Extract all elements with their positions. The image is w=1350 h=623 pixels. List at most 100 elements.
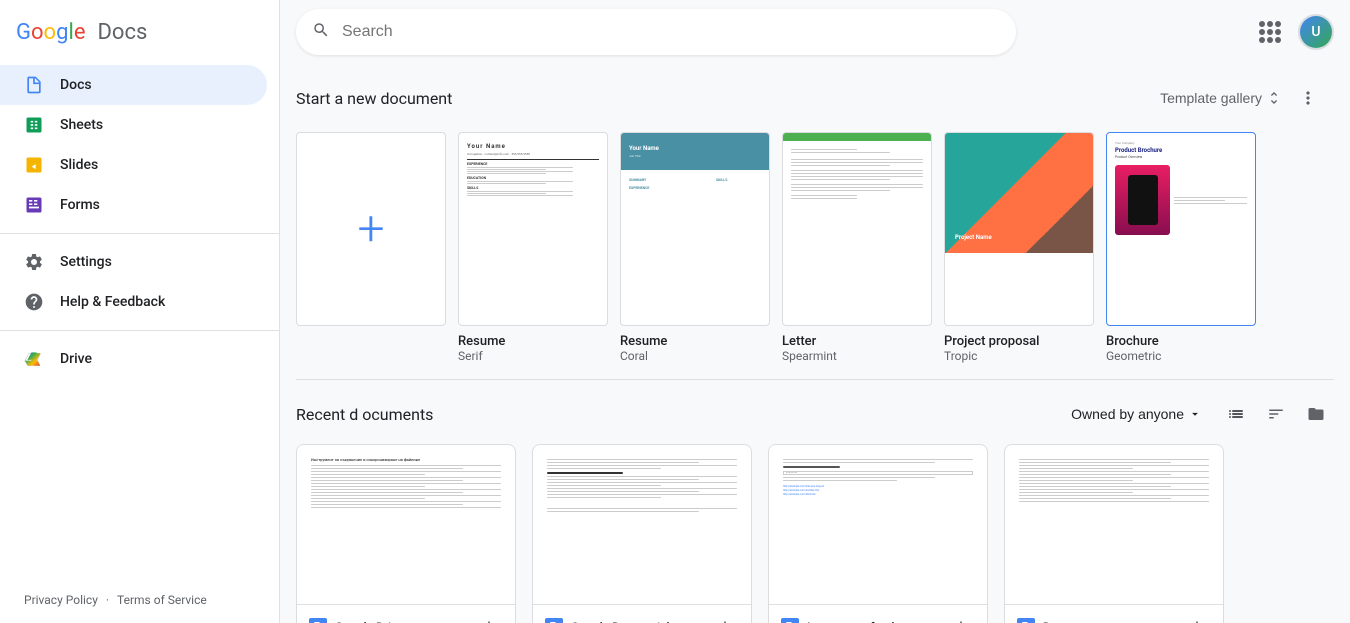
privacy-link[interactable]: Privacy Policy	[24, 593, 98, 607]
sidebar-item-help[interactable]: Help & Feedback	[0, 282, 267, 322]
resume-coral-thumb: Your Name Job Title SUMMARY EXPERIENCE	[620, 132, 770, 326]
logo-o2: o	[44, 20, 57, 45]
app-logo: Google Docs	[0, 8, 279, 65]
terms-link[interactable]: Terms of Service	[117, 593, 207, 607]
sort-button[interactable]	[1258, 396, 1294, 432]
sheets-icon	[24, 115, 44, 135]
doc-footer-3: Investment fund ⋮	[769, 605, 987, 623]
forms-icon	[24, 195, 44, 215]
sidebar-item-docs[interactable]: Docs	[0, 65, 267, 105]
brochure-thumb: Your Company Product Brochure Product Ov…	[1106, 132, 1256, 326]
doc-footer-4: Document ⋮	[1005, 605, 1223, 623]
sidebar-item-forms-label: Forms	[60, 197, 100, 213]
doc-file-icon-3	[781, 618, 799, 623]
docs-icon	[24, 75, 44, 95]
apps-grid-icon	[1259, 21, 1281, 43]
folder-icon	[1307, 405, 1325, 423]
templates-actions: Template gallery	[1160, 80, 1326, 116]
doc-card-1[interactable]: Инструмент за съхранение и синхронизиран…	[296, 444, 516, 623]
letter-thumb	[782, 132, 932, 326]
sidebar-item-sheets[interactable]: Sheets	[0, 105, 267, 145]
avatar-initials: U	[1300, 16, 1332, 48]
templates-title-text: new document	[347, 89, 452, 108]
resume-coral-sub: Coral	[620, 349, 770, 363]
list-view-button[interactable]	[1218, 396, 1254, 432]
doc-more-4[interactable]: ⋮	[1183, 613, 1211, 623]
doc-more-1[interactable]: ⋮	[475, 613, 503, 623]
resume-serif-thumb: Your Name Occupation · contact@info.com …	[458, 132, 608, 326]
sidebar-item-slides[interactable]: Slides	[0, 145, 267, 185]
doc-footer-1: Google Drive ⋮	[297, 605, 515, 623]
templates-more-button[interactable]	[1290, 80, 1326, 116]
filter-label: Owned by anyone	[1071, 406, 1184, 422]
sidebar-item-drive[interactable]: Drive	[0, 339, 267, 379]
search-input[interactable]	[342, 23, 1000, 41]
chevron-up-down-icon	[1266, 90, 1282, 106]
template-gallery-label: Template gallery	[1160, 90, 1262, 106]
logo-o1: o	[31, 20, 44, 45]
plus-icon: +	[357, 205, 384, 253]
topbar: U	[280, 0, 1350, 64]
doc-file-icon-4	[1017, 618, 1035, 623]
template-project[interactable]: Project Name Project proposal Tropic	[944, 132, 1094, 363]
sidebar-footer: Privacy Policy · Terms of Service	[0, 577, 279, 623]
filter-dropdown-icon	[1188, 407, 1202, 421]
docs-grid: Инструмент за съхранение и синхронизиран…	[280, 444, 1350, 623]
brochure-name: Brochure	[1106, 334, 1256, 349]
doc-thumb-3: progress bar http://example.com/link-ver…	[769, 445, 987, 605]
template-letter[interactable]: Letter Spearmint	[782, 132, 932, 363]
list-view-icon	[1227, 405, 1245, 423]
user-avatar[interactable]: U	[1298, 14, 1334, 50]
main-content: U Start a new document Template gallery …	[280, 0, 1350, 623]
sidebar: Google Docs Docs Sheets Slides Fo	[0, 0, 280, 623]
search-icon	[312, 21, 330, 44]
doc-card-3[interactable]: progress bar http://example.com/link-ver…	[768, 444, 988, 623]
template-blank[interactable]: +	[296, 132, 446, 363]
topbar-right: U	[1250, 12, 1334, 52]
template-resume-serif[interactable]: Your Name Occupation · contact@info.com …	[458, 132, 608, 363]
doc-thumb-1: Инструмент за съхранение и синхронизиран…	[297, 445, 515, 605]
template-gallery-button[interactable]: Template gallery	[1160, 90, 1282, 106]
project-thumb: Project Name	[944, 132, 1094, 326]
footer-separator: ·	[106, 593, 109, 607]
doc-footer-2: Google Docs article ⋮	[533, 605, 751, 623]
sort-icon	[1267, 405, 1285, 423]
sidebar-item-drive-label: Drive	[60, 351, 92, 367]
help-icon	[24, 292, 44, 312]
doc-thumb-4	[1005, 445, 1223, 605]
sidebar-item-settings[interactable]: Settings	[0, 242, 267, 282]
templates-header: Start a new document Template gallery	[296, 64, 1326, 116]
apps-grid-button[interactable]	[1250, 12, 1290, 52]
logo-e: e	[74, 20, 86, 45]
doc-card-4[interactable]: Document ⋮	[1004, 444, 1224, 623]
resume-serif-sub: Serif	[458, 349, 608, 363]
doc-card-2[interactable]: Google Docs article ⋮	[532, 444, 752, 623]
doc-more-3[interactable]: ⋮	[947, 613, 975, 623]
nav-divider	[0, 233, 279, 234]
google-logo: Google	[16, 20, 85, 45]
sidebar-item-docs-label: Docs	[60, 77, 92, 93]
sidebar-item-help-label: Help & Feedback	[60, 294, 165, 310]
docs-section-title: ocuments	[362, 405, 433, 424]
slides-icon	[24, 155, 44, 175]
doc-file-icon-1	[309, 618, 327, 623]
nav-menu: Docs Sheets Slides Forms Settings	[0, 65, 279, 577]
template-resume-coral[interactable]: Your Name Job Title SUMMARY EXPERIENCE	[620, 132, 770, 363]
docs-header: Recent documents Owned by anyone	[280, 380, 1350, 444]
drive-icon	[24, 349, 44, 369]
settings-icon	[24, 252, 44, 272]
templates-section: Start a new document Template gallery +	[280, 64, 1350, 379]
resume-coral-name: Resume	[620, 334, 770, 349]
letter-name: Letter	[782, 334, 932, 349]
owned-by-filter[interactable]: Owned by anyone	[1063, 400, 1210, 428]
logo-g2: g	[56, 20, 68, 45]
templates-section-title: Start a new document	[296, 89, 452, 108]
resume-serif-name: Resume	[458, 334, 608, 349]
folder-view-button[interactable]	[1298, 396, 1334, 432]
doc-more-2[interactable]: ⋮	[711, 613, 739, 623]
nav-divider-2	[0, 330, 279, 331]
view-toggle	[1218, 396, 1334, 432]
logo-g: G	[16, 20, 31, 45]
sidebar-item-forms[interactable]: Forms	[0, 185, 267, 225]
template-brochure[interactable]: Your Company Product Brochure Product Ov…	[1106, 132, 1256, 363]
